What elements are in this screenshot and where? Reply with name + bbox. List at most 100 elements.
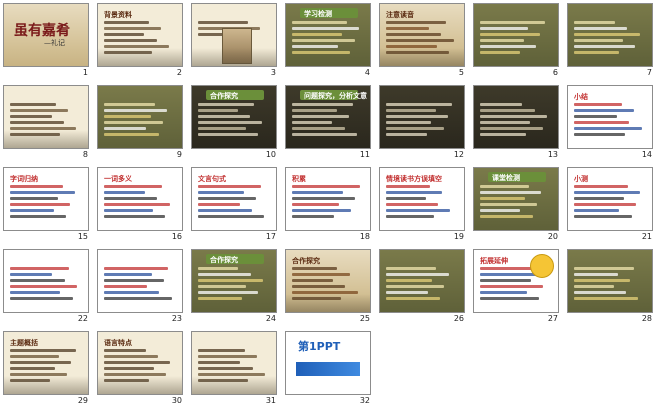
slide-thumbnail-2[interactable]: 背景资料 2 [94, 0, 186, 82]
slide-preview[interactable] [473, 3, 559, 67]
slide-preview[interactable]: 背景资料 [97, 3, 183, 67]
slide-preview[interactable] [3, 85, 89, 149]
slide-body-text [386, 100, 458, 139]
slide-body-text [480, 18, 552, 57]
slide-body-text [386, 182, 458, 221]
ink-landscape-decoration [286, 294, 370, 312]
slide-number: 2 [176, 68, 182, 77]
slide-preview[interactable] [191, 331, 277, 395]
slide-number: 6 [552, 68, 558, 77]
slide-number: 14 [641, 150, 652, 159]
slide-thumbnail-19[interactable]: 情境读书方误填空 19 [376, 164, 468, 246]
slide-thumbnail-17[interactable]: 文言句式 17 [188, 164, 280, 246]
slide-preview[interactable] [97, 85, 183, 149]
slide-number: 28 [641, 314, 652, 323]
slide-thumbnail-9[interactable]: 9 [94, 82, 186, 164]
slide-preview[interactable]: 合作探究 [191, 85, 277, 149]
slide-thumbnail-14[interactable]: 小结 14 [564, 82, 656, 164]
slide-body-text [10, 182, 82, 221]
slide-number: 21 [641, 232, 652, 241]
slide-thumbnail-21[interactable]: 小测 21 [564, 164, 656, 246]
slide-preview[interactable]: 小结 [567, 85, 653, 149]
slide-number: 12 [453, 150, 464, 159]
slide-number: 29 [77, 396, 88, 405]
slide-preview[interactable]: 语言特点 [97, 331, 183, 395]
slide-thumbnail-7[interactable]: 7 [564, 0, 656, 82]
slide-number: 5 [458, 68, 464, 77]
slide-number: 10 [265, 150, 276, 159]
slide-preview[interactable] [379, 85, 465, 149]
slide-thumbnail-6[interactable]: 6 [470, 0, 562, 82]
slide-preview[interactable]: 注意读音 [379, 3, 465, 67]
slide-preview[interactable] [379, 249, 465, 313]
slide-number: 7 [646, 68, 652, 77]
slide-thumbnail-16[interactable]: 一词多义 16 [94, 164, 186, 246]
slide-thumbnail-24[interactable]: 合作探究 24 [188, 246, 280, 328]
slide-preview[interactable]: 字词归纳 [3, 167, 89, 231]
slide-preview[interactable]: 虽有嘉肴 —礼记 [3, 3, 89, 67]
slide-number: 32 [359, 396, 370, 405]
ink-landscape-decoration [192, 48, 276, 66]
ink-landscape-decoration [98, 48, 182, 66]
slide-number: 31 [265, 396, 276, 405]
slide-preview[interactable] [473, 85, 559, 149]
slide-preview[interactable]: 小测 [567, 167, 653, 231]
slide-thumbnail-10[interactable]: 合作探究 10 [188, 82, 280, 164]
slide-body-text [480, 182, 552, 221]
slide-preview[interactable]: 第1PPT [285, 331, 371, 395]
slide-number: 11 [359, 150, 370, 159]
slide-thumbnail-13[interactable]: 13 [470, 82, 562, 164]
slide-preview[interactable] [567, 3, 653, 67]
slide-thumbnail-20[interactable]: 课堂检测 20 [470, 164, 562, 246]
slide-thumbnail-31[interactable]: 31 [188, 328, 280, 410]
slide-thumbnail-29[interactable]: 主题概括 29 [0, 328, 92, 410]
ink-landscape-decoration [380, 48, 464, 66]
slide-number: 20 [547, 232, 558, 241]
slide-number: 18 [359, 232, 370, 241]
slide-thumbnail-3[interactable]: 3 [188, 0, 280, 82]
slide-preview[interactable]: 情境读书方误填空 [379, 167, 465, 231]
slide-preview[interactable]: 学习检测 [285, 3, 371, 67]
slide-thumbnail-12[interactable]: 12 [376, 82, 468, 164]
slide-thumbnail-22[interactable]: 22 [0, 246, 92, 328]
slide-thumbnail-23[interactable]: 23 [94, 246, 186, 328]
slide-thumbnail-18[interactable]: 积累 18 [282, 164, 374, 246]
slide-body-text [574, 100, 646, 139]
slide-preview[interactable]: 拓展延伸 [473, 249, 559, 313]
slide-preview[interactable]: 积累 [285, 167, 371, 231]
slide-thumbnail-26[interactable]: 26 [376, 246, 468, 328]
slide-body-text [574, 18, 646, 57]
slide-number: 1 [82, 68, 88, 77]
slide-preview[interactable] [191, 3, 277, 67]
slide-thumbnail-8[interactable]: 8 [0, 82, 92, 164]
slide-number: 22 [77, 314, 88, 323]
slide-preview[interactable] [97, 249, 183, 313]
slide-body-text [198, 100, 270, 139]
slide-preview[interactable]: 问题探究，分析文意 [285, 85, 371, 149]
slide-preview[interactable] [567, 249, 653, 313]
slide-thumbnail-4[interactable]: 学习检测 4 [282, 0, 374, 82]
slide-thumbnail-32[interactable]: 第1PPT 32 [282, 328, 374, 410]
slide-thumbnail-30[interactable]: 语言特点 30 [94, 328, 186, 410]
slide-sorter-grid: 虽有嘉肴 —礼记 1 背景资料 2 3 学习检测 4 注意读音 5 6 7 8 9 合作探究 10 问题探究，分… [0, 0, 660, 410]
slide-thumbnail-5[interactable]: 注意读音 5 [376, 0, 468, 82]
slide-number: 4 [364, 68, 370, 77]
slide-thumbnail-28[interactable]: 28 [564, 246, 656, 328]
slide-preview[interactable]: 文言句式 [191, 167, 277, 231]
slide-preview[interactable]: 一词多义 [97, 167, 183, 231]
slide-number: 23 [171, 314, 182, 323]
slide-body-text [10, 264, 82, 303]
slide-preview[interactable] [3, 249, 89, 313]
slide-number: 16 [171, 232, 182, 241]
slide-preview[interactable]: 主题概括 [3, 331, 89, 395]
slide-preview[interactable]: 合作探究 [285, 249, 371, 313]
slide-thumbnail-15[interactable]: 字词归纳 15 [0, 164, 92, 246]
slide-thumbnail-27[interactable]: 拓展延伸 27 [470, 246, 562, 328]
slide-thumbnail-25[interactable]: 合作探究 25 [282, 246, 374, 328]
slide-body-text [104, 264, 176, 303]
slide-preview[interactable]: 课堂检测 [473, 167, 559, 231]
slide-preview[interactable]: 合作探究 [191, 249, 277, 313]
slide-thumbnail-11[interactable]: 问题探究，分析文意 11 [282, 82, 374, 164]
slide-thumbnail-1[interactable]: 虽有嘉肴 —礼记 1 [0, 0, 92, 82]
slide-number: 13 [547, 150, 558, 159]
